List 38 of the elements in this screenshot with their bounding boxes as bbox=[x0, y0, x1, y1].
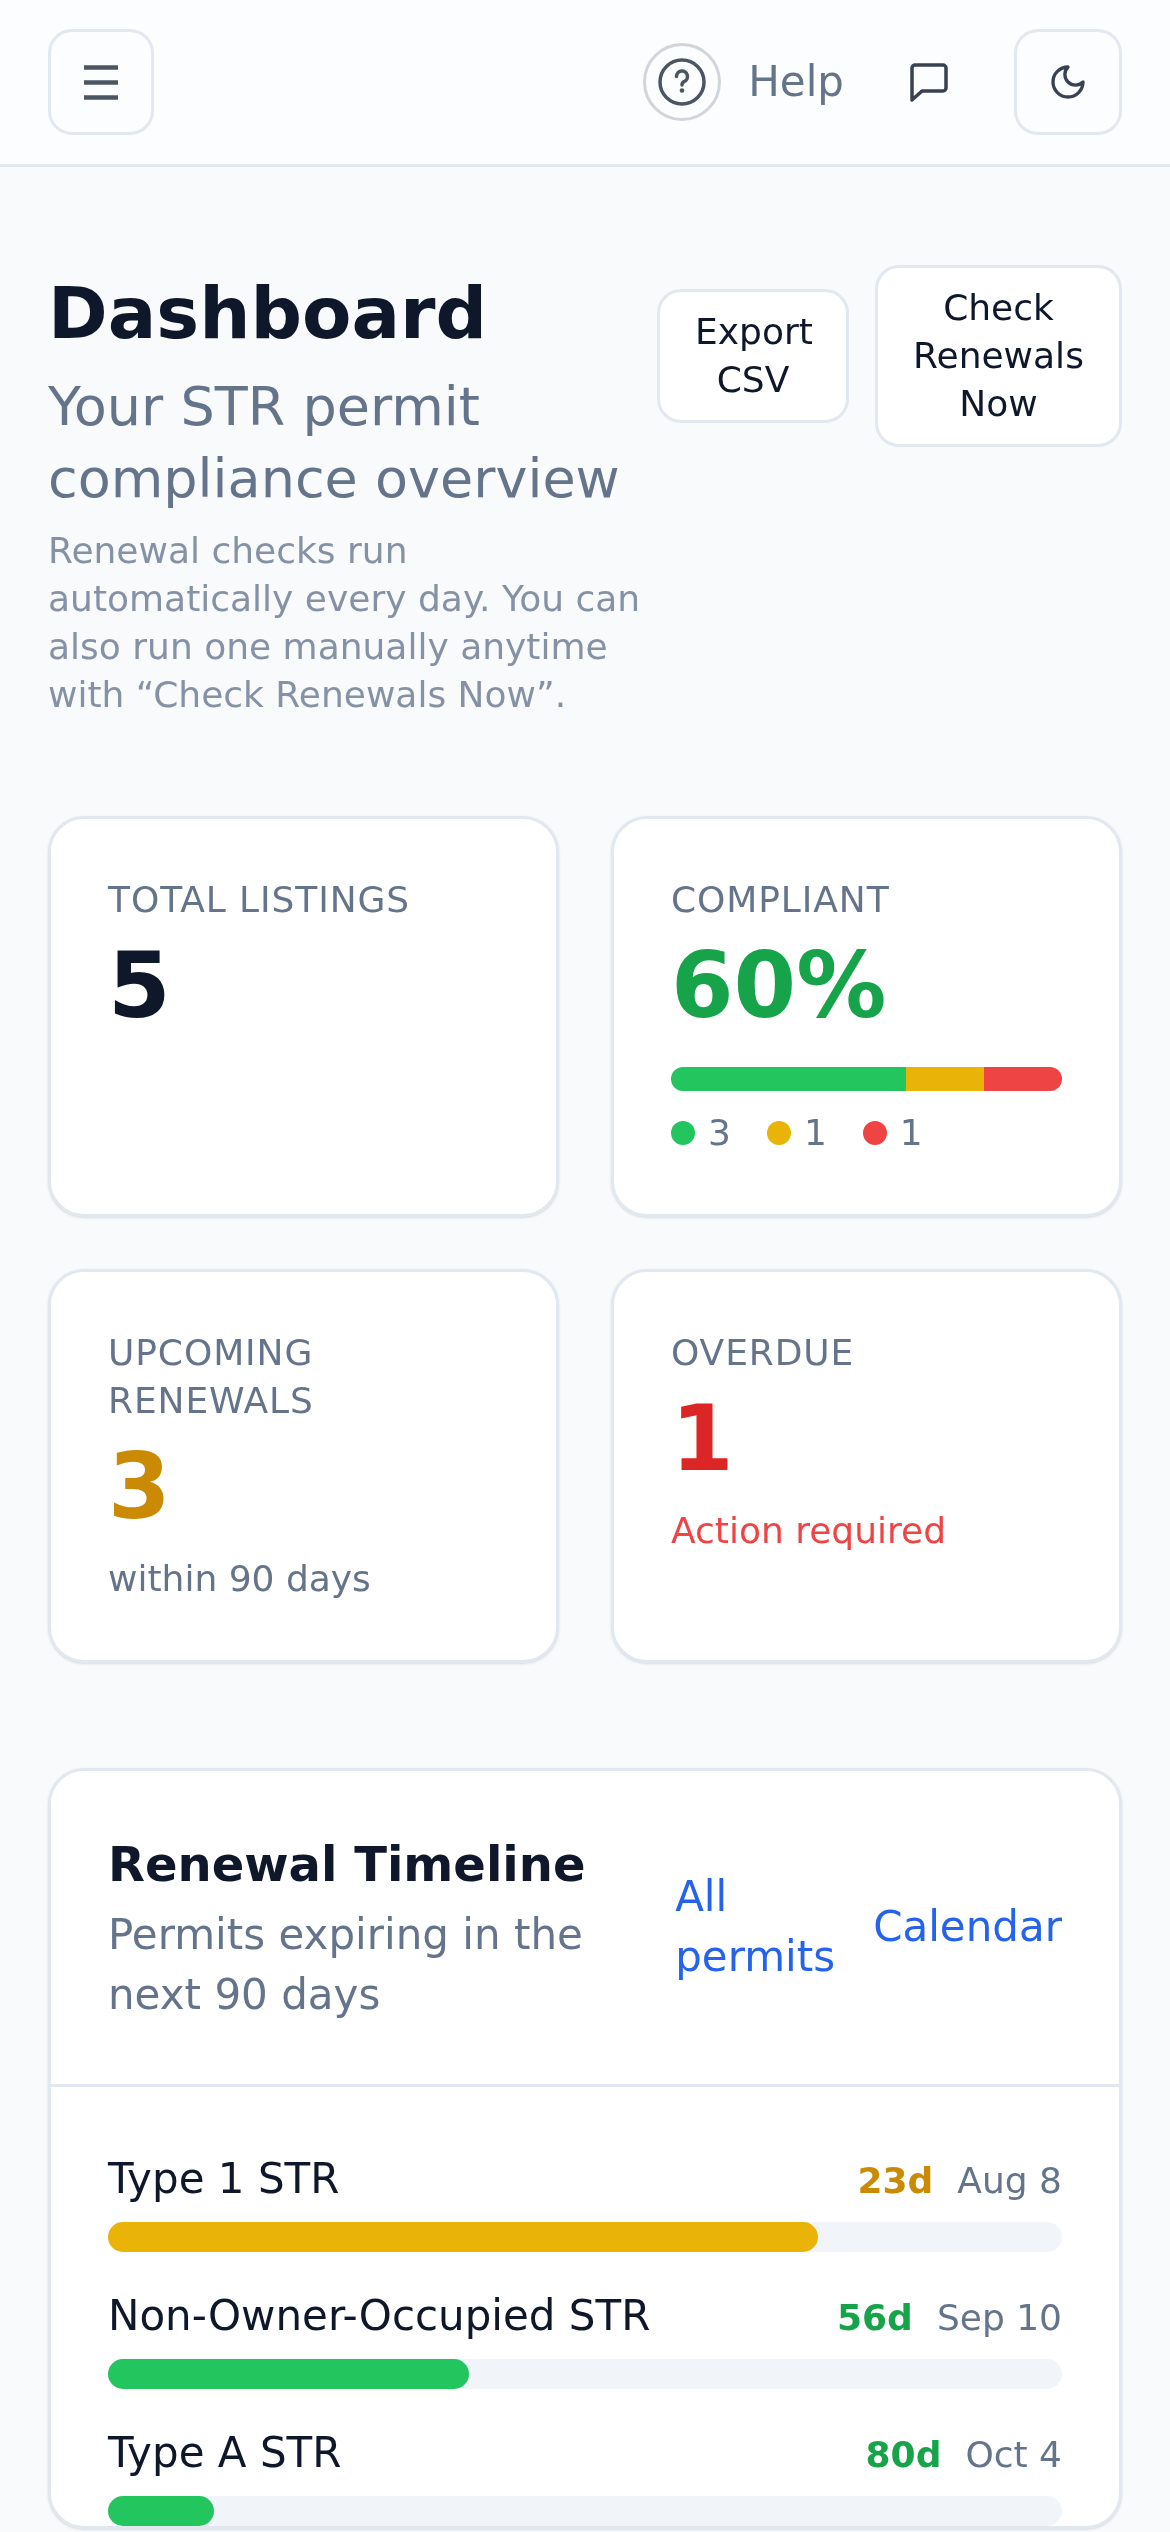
stat-caption: Action required bbox=[671, 1509, 947, 1553]
check-renewals-button[interactable]: Check Renewals Now bbox=[875, 265, 1122, 447]
export-csv-button[interactable]: Export CSV bbox=[657, 289, 849, 423]
page-title: Dashboard bbox=[48, 270, 489, 357]
permit-name: Non-Owner-Occupied STR bbox=[108, 2290, 651, 2342]
stat-caption: within 90 days bbox=[108, 1557, 371, 1601]
stat-label: COMPLIANT bbox=[671, 878, 890, 922]
stat-label: UPCOMING RENEWALS bbox=[108, 1331, 315, 1423]
help-button[interactable]: Help bbox=[643, 43, 844, 121]
stat-value: 1 bbox=[671, 1385, 734, 1493]
stat-value: 3 bbox=[108, 1433, 171, 1541]
stat-value: 5 bbox=[108, 932, 171, 1040]
permit-name: Type A STR bbox=[108, 2427, 342, 2479]
page-subtitle: Your STR permit compliance overview bbox=[48, 374, 621, 512]
moon-icon bbox=[1048, 62, 1088, 102]
expiry-date: Aug 8 bbox=[957, 2159, 1062, 2203]
timeline-subtitle: Permits expiring in the next 90 days bbox=[108, 1909, 584, 2021]
stat-value: 60% bbox=[671, 932, 887, 1040]
page-note: Renewal checks run automatically every day. You can also run one manually anytime with “Check Renewals Now”. bbox=[48, 529, 642, 717]
days-left: 23d bbox=[857, 2159, 934, 2203]
speech-bubble-icon bbox=[909, 62, 949, 102]
theme-toggle-button[interactable] bbox=[1014, 29, 1122, 135]
stat-label: TOTAL LISTINGS bbox=[108, 878, 411, 922]
legend-count: 1 bbox=[899, 1111, 923, 1155]
calendar-link[interactable]: Calendar bbox=[873, 1896, 1062, 1957]
all-permits-link[interactable]: All permits bbox=[675, 1866, 842, 1987]
menu-icon bbox=[83, 64, 119, 100]
help-icon bbox=[643, 43, 722, 121]
expiry-date: Sep 10 bbox=[936, 2296, 1062, 2340]
days-left: 80d bbox=[865, 2433, 942, 2477]
legend-count: 1 bbox=[803, 1111, 827, 1155]
legend-count: 3 bbox=[708, 1111, 731, 1155]
permit-name: Type 1 STR bbox=[108, 2153, 340, 2205]
days-left: 56d bbox=[837, 2296, 913, 2340]
expiry-date: Oct 4 bbox=[965, 2433, 1062, 2477]
stat-label: OVERDUE bbox=[671, 1331, 855, 1375]
timeline-title: Renewal Timeline bbox=[108, 1835, 587, 1894]
menu-button[interactable] bbox=[48, 29, 154, 135]
